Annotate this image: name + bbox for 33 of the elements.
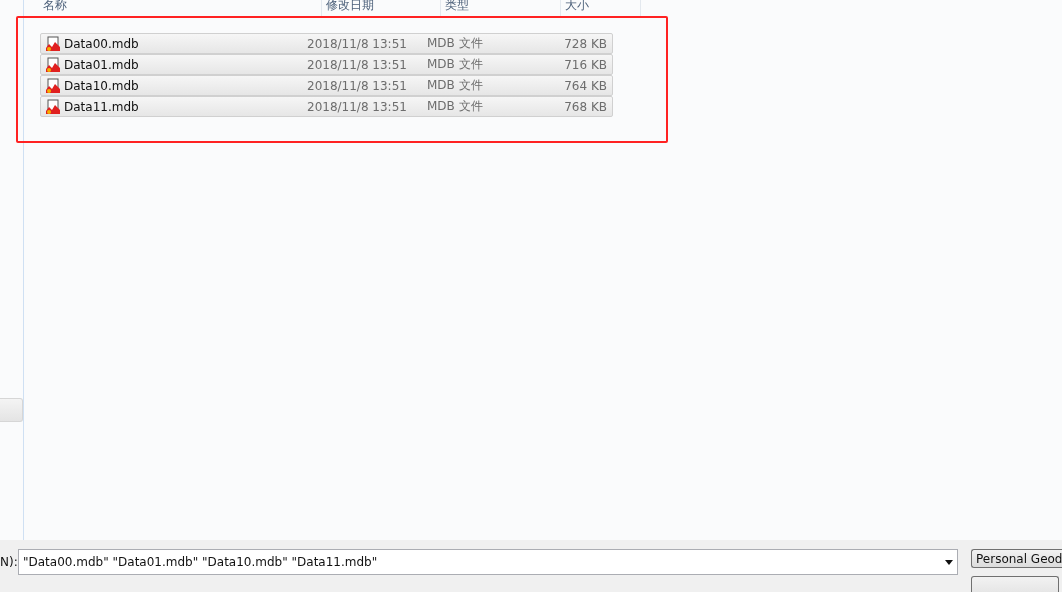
file-row[interactable]: Data10.mdb 2018/11/8 13:51 MDB 文件 764 KB <box>40 75 613 96</box>
file-type-button[interactable]: Personal Geod <box>971 549 1062 569</box>
modified-date: 2018/11/8 13:51 <box>307 78 408 93</box>
file-size: 728 KB <box>563 36 607 51</box>
file-name: Data10.mdb <box>64 78 139 93</box>
file-name: Data01.mdb <box>64 57 139 72</box>
modified-date: 2018/11/8 13:51 <box>307 36 408 51</box>
file-row[interactable]: Data01.mdb 2018/11/8 13:51 MDB 文件 716 KB <box>40 54 613 75</box>
file-size: 768 KB <box>563 99 607 114</box>
file-size: 764 KB <box>563 78 607 93</box>
file-row[interactable]: Data00.mdb 2018/11/8 13:51 MDB 文件 728 KB <box>40 33 613 54</box>
column-header[interactable]: 类型 <box>441 0 561 16</box>
modified-date: 2018/11/8 13:51 <box>307 99 408 114</box>
file-row[interactable]: Data11.mdb 2018/11/8 13:51 MDB 文件 768 KB <box>40 96 613 117</box>
database-file-icon <box>45 35 61 52</box>
file-name-label: N): <box>0 554 18 571</box>
file-size: 716 KB <box>563 57 607 72</box>
dropdown-arrow-icon[interactable] <box>945 559 953 565</box>
file-type: MDB 文件 <box>427 77 484 94</box>
column-header[interactable]: 名称 <box>39 0 322 16</box>
column-header[interactable]: 大小 <box>561 0 641 16</box>
database-file-icon <box>45 98 61 115</box>
file-type: MDB 文件 <box>427 98 484 115</box>
modified-date: 2018/11/8 13:51 <box>307 57 408 72</box>
database-file-icon <box>45 77 61 94</box>
file-type: MDB 文件 <box>427 56 484 73</box>
file-name-field[interactable]: "Data00.mdb" "Data01.mdb" "Data10.mdb" "Data11.mdb" <box>18 549 958 575</box>
column-header[interactable]: 修改日期 <box>322 0 441 16</box>
database-file-icon <box>45 56 61 73</box>
file-name: Data00.mdb <box>64 36 139 51</box>
file-name: Data11.mdb <box>64 99 139 114</box>
open-button[interactable] <box>971 576 1059 592</box>
file-type: MDB 文件 <box>427 35 484 52</box>
